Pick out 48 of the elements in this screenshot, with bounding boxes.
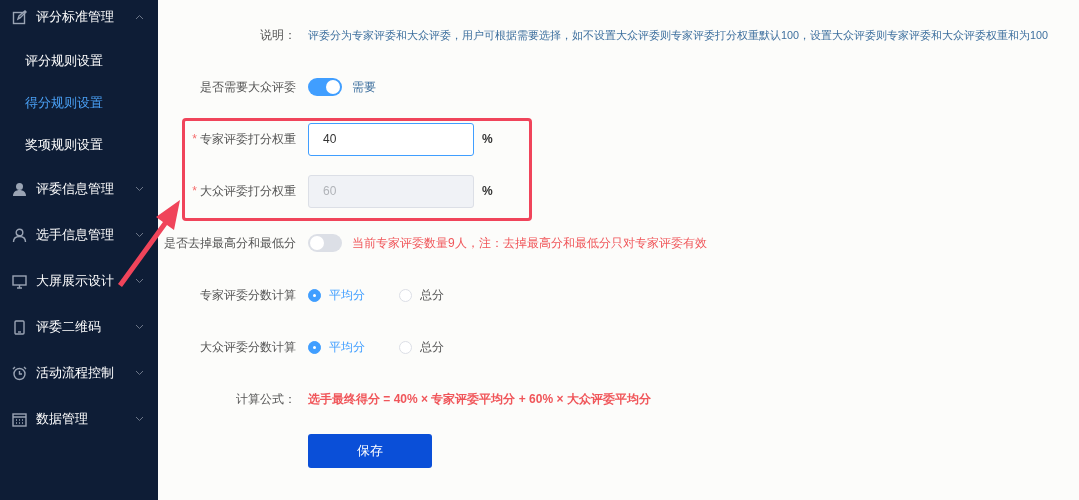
radio-label: 总分	[420, 287, 444, 304]
sidebar-group[interactable]: 选手信息管理	[0, 212, 158, 258]
alarm-clock-icon	[12, 365, 27, 381]
sidebar-group[interactable]: 评委二维码	[0, 304, 158, 350]
sidebar-group[interactable]: 评委信息管理	[0, 166, 158, 212]
warning-text: 当前专家评委数量9人，注：去掉最高分和最低分只对专家评委有效	[352, 235, 707, 252]
menu-label: 评委信息管理	[36, 180, 115, 198]
unit-label: %	[482, 183, 493, 200]
field-label: 是否去掉最高分和最低分	[164, 236, 296, 250]
sidebar-item[interactable]: 奖项规则设置	[0, 124, 158, 166]
sidebar-group[interactable]: 活动流程控制	[0, 350, 158, 396]
menu-label: 评分标准管理	[36, 8, 115, 26]
calendar-icon	[12, 411, 27, 427]
toggle-switch[interactable]	[308, 78, 342, 96]
sidebar-group[interactable]: 大屏展示设计	[0, 258, 158, 304]
radio-label: 总分	[420, 339, 444, 356]
sidebar-item[interactable]: 评分规则设置	[0, 40, 158, 82]
radio-button[interactable]	[308, 340, 321, 354]
description-text: 评委分为专家评委和大众评委，用户可根据需要选择，如不设置大众评委则专家评委打分权重默认100，设置大众评委则专家评委和大众评委权重和为100	[308, 28, 1050, 42]
menu-label: 评委二维码	[36, 318, 102, 336]
sidebar-group[interactable]: 数据管理	[0, 396, 158, 442]
menu-label: 大屏展示设计	[36, 272, 115, 290]
unit-label: %	[482, 131, 493, 148]
field-label: 大众评委分数计算	[200, 340, 296, 354]
sidebar-group[interactable]: 评分标准管理	[0, 0, 158, 40]
person-icon	[12, 227, 27, 243]
menu-label: 活动流程控制	[36, 364, 115, 382]
field-label: 专家评委分数计算	[200, 288, 296, 302]
formula-text: 选手最终得分 = 40% × 专家评委平均分 + 60% × 大众评委平均分	[308, 391, 651, 408]
monitor-icon	[12, 273, 27, 289]
menu-label: 数据管理	[36, 410, 89, 428]
phone-icon	[12, 319, 27, 335]
toggle-switch[interactable]	[308, 234, 342, 252]
sidebar-item[interactable]: 得分规则设置	[0, 82, 158, 124]
field-label: * 专家评委打分权重	[192, 132, 296, 146]
person-icon	[12, 181, 27, 197]
field-label: * 大众评委打分权重	[192, 184, 296, 198]
radio-label: 平均分	[329, 339, 365, 356]
menu-label: 选手信息管理	[36, 226, 115, 244]
field-label: 是否需要大众评委	[200, 80, 296, 94]
field-label: 说明：	[260, 28, 296, 42]
edit-icon	[12, 9, 27, 25]
radio-button[interactable]	[308, 288, 321, 302]
input-field[interactable]: 40	[308, 122, 474, 156]
radio-label: 平均分	[329, 287, 365, 304]
field-label: 计算公式：	[236, 392, 296, 406]
save-button[interactable]: 保存	[308, 434, 432, 468]
switch-text: 需要	[352, 79, 376, 96]
